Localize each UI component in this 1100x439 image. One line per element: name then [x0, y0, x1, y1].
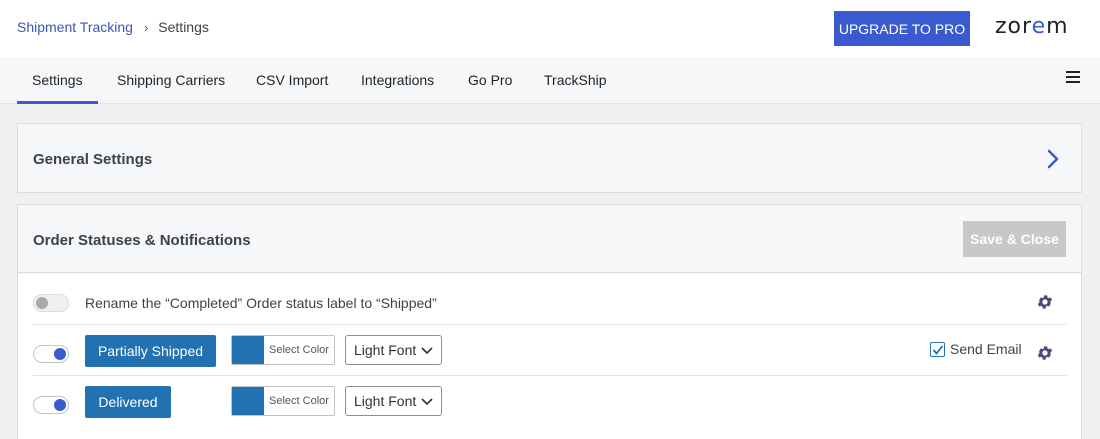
status-row-rename-completed: Rename the “Completed” Order status labe…: [33, 274, 1067, 325]
partially-shipped-toggle[interactable]: [33, 345, 69, 363]
send-email-checkbox[interactable]: [930, 341, 945, 357]
status-row-partially-shipped: Partially Shipped Select Color Light Fon…: [33, 325, 1067, 376]
order-statuses-panel: Order Statuses & Notifications Save & Cl…: [17, 204, 1082, 439]
rename-completed-label: Rename the “Completed” Order status labe…: [85, 295, 437, 311]
delivered-toggle[interactable]: [33, 396, 69, 414]
upgrade-to-pro-button[interactable]: UPGRADE TO PRO: [834, 11, 970, 46]
logo-text-accent: e: [1031, 14, 1047, 39]
font-select-value: Light Font: [354, 342, 417, 358]
send-email-label: Send Email: [950, 341, 1022, 357]
send-email-checkbox-group[interactable]: Send Email: [930, 341, 1022, 357]
chevron-down-icon: [421, 347, 433, 355]
logo-text-prefix: zor: [995, 14, 1032, 39]
delivered-color-picker[interactable]: Select Color: [231, 386, 335, 416]
tab-shipping-carriers[interactable]: Shipping Carriers: [117, 72, 225, 88]
save-close-button[interactable]: Save & Close: [963, 221, 1066, 257]
chevron-down-icon: [421, 398, 433, 406]
select-color-label: Select Color: [269, 344, 329, 356]
breadcrumb: Shipment Tracking › Settings: [17, 19, 209, 35]
breadcrumb-current: Settings: [158, 19, 209, 35]
chevron-right-icon[interactable]: [1045, 148, 1061, 170]
general-settings-title: General Settings: [33, 151, 153, 168]
gear-icon[interactable]: [1036, 293, 1054, 311]
status-row-delivered: Delivered Select Color Light Font: [33, 376, 1067, 427]
general-settings-panel[interactable]: General Settings: [17, 123, 1082, 193]
tab-bar: Settings Shipping Carriers CSV Import In…: [0, 57, 1100, 104]
top-bar: Shipment Tracking › Settings UPGRADE TO …: [0, 0, 1100, 57]
order-statuses-header: Order Statuses & Notifications Save & Cl…: [18, 205, 1081, 273]
color-swatch: [232, 387, 264, 415]
zorem-logo: zorem: [995, 14, 1069, 39]
partially-shipped-font-select[interactable]: Light Font: [345, 335, 442, 365]
order-statuses-body: Rename the “Completed” Order status labe…: [18, 274, 1081, 439]
gear-icon[interactable]: [1036, 344, 1054, 362]
tab-trackship[interactable]: TrackShip: [544, 72, 607, 88]
checkmark-icon: [932, 344, 944, 355]
partially-shipped-color-picker[interactable]: Select Color: [231, 335, 335, 365]
tab-go-pro[interactable]: Go Pro: [468, 72, 512, 88]
order-statuses-title: Order Statuses & Notifications: [33, 232, 251, 249]
breadcrumb-separator-icon: ›: [143, 19, 149, 35]
color-swatch: [232, 336, 264, 364]
font-select-value: Light Font: [354, 393, 417, 409]
select-color-label: Select Color: [269, 395, 329, 407]
rename-completed-toggle[interactable]: [33, 294, 69, 312]
delivered-font-select[interactable]: Light Font: [345, 386, 442, 416]
tab-integrations[interactable]: Integrations: [361, 72, 434, 88]
tab-csv-import[interactable]: CSV Import: [256, 72, 328, 88]
partially-shipped-badge[interactable]: Partially Shipped: [85, 335, 216, 367]
breadcrumb-link-shipment-tracking[interactable]: Shipment Tracking: [17, 19, 133, 35]
delivered-badge[interactable]: Delivered: [85, 386, 171, 418]
tab-settings[interactable]: Settings: [32, 72, 83, 88]
hamburger-menu-icon[interactable]: [1066, 71, 1080, 85]
active-tab-indicator: [17, 101, 98, 104]
logo-text-suffix: m: [1046, 14, 1069, 39]
